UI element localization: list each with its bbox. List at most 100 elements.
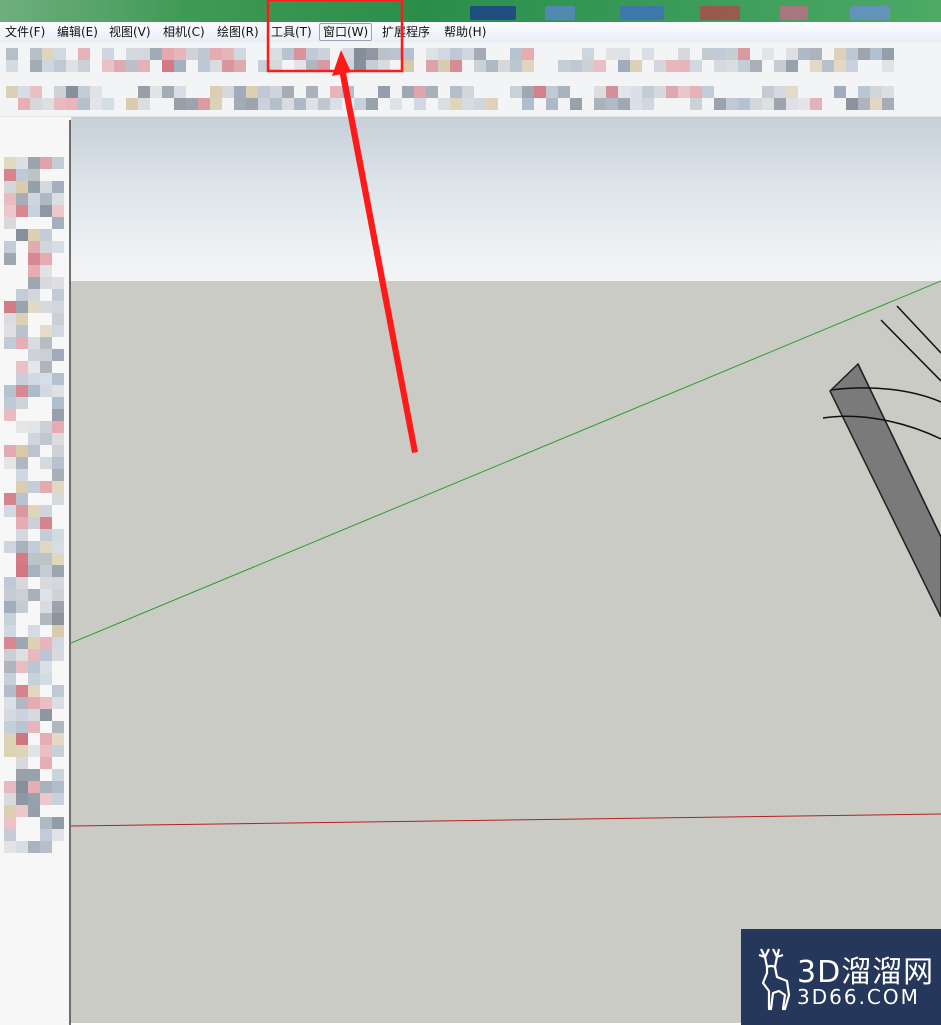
blurred-tool-icon[interactable] <box>390 98 402 110</box>
blurred-tool-icon[interactable] <box>52 817 64 829</box>
blurred-tool-icon[interactable] <box>28 805 40 817</box>
blurred-tool-icon[interactable] <box>270 48 282 60</box>
blurred-tool-icon[interactable] <box>30 60 42 72</box>
blurred-tool-icon[interactable] <box>510 48 522 60</box>
blurred-tool-icon[interactable] <box>40 709 52 721</box>
blurred-tool-icon[interactable] <box>52 553 64 565</box>
blurred-tool-icon[interactable] <box>342 60 354 72</box>
blurred-tool-icon[interactable] <box>16 589 28 601</box>
blurred-tool-icon[interactable] <box>450 86 462 98</box>
blurred-tool-icon[interactable] <box>40 613 52 625</box>
blurred-tool-icon[interactable] <box>450 48 462 60</box>
blurred-tool-icon[interactable] <box>52 349 64 361</box>
blurred-tool-icon[interactable] <box>4 505 16 517</box>
blurred-tool-icon[interactable] <box>138 60 150 72</box>
blurred-tool-icon[interactable] <box>102 48 114 60</box>
blurred-tool-icon[interactable] <box>174 48 186 60</box>
blurred-tool-icon[interactable] <box>714 48 726 60</box>
menu-help[interactable]: 帮助(H) <box>441 24 489 40</box>
blurred-tool-icon[interactable] <box>858 98 870 110</box>
blurred-tool-icon[interactable] <box>28 793 40 805</box>
blurred-tool-icon[interactable] <box>40 205 52 217</box>
blurred-tool-icon[interactable] <box>52 373 64 385</box>
blurred-tool-icon[interactable] <box>4 625 16 637</box>
blurred-tool-icon[interactable] <box>54 48 66 60</box>
blurred-tool-icon[interactable] <box>52 649 64 661</box>
blurred-tool-icon[interactable] <box>4 193 16 205</box>
blurred-tool-icon[interactable] <box>270 86 282 98</box>
blurred-tool-icon[interactable] <box>426 48 438 60</box>
blurred-tool-icon[interactable] <box>810 48 822 60</box>
blurred-tool-icon[interactable] <box>40 637 52 649</box>
blurred-tool-icon[interactable] <box>16 721 28 733</box>
blurred-tool-icon[interactable] <box>90 86 102 98</box>
blurred-tool-icon[interactable] <box>40 745 52 757</box>
blurred-tool-icon[interactable] <box>66 98 78 110</box>
blurred-tool-icon[interactable] <box>150 86 162 98</box>
blurred-tool-icon[interactable] <box>4 649 16 661</box>
blurred-tool-icon[interactable] <box>42 48 54 60</box>
blurred-tool-icon[interactable] <box>16 361 28 373</box>
blurred-tool-icon[interactable] <box>234 86 246 98</box>
blurred-tool-icon[interactable] <box>630 86 642 98</box>
blurred-tool-icon[interactable] <box>52 241 64 253</box>
blurred-tool-icon[interactable] <box>16 649 28 661</box>
blurred-tool-icon[interactable] <box>750 98 762 110</box>
blurred-tool-icon[interactable] <box>28 697 40 709</box>
blurred-tool-icon[interactable] <box>52 433 64 445</box>
blurred-tool-icon[interactable] <box>222 86 234 98</box>
blurred-tool-icon[interactable] <box>78 60 90 72</box>
blurred-tool-icon[interactable] <box>4 841 16 853</box>
menu-view[interactable]: 视图(V) <box>106 24 154 40</box>
blurred-tool-icon[interactable] <box>402 86 414 98</box>
blurred-tool-icon[interactable] <box>306 98 318 110</box>
blurred-tool-icon[interactable] <box>474 48 486 60</box>
blurred-tool-icon[interactable] <box>210 86 222 98</box>
blurred-tool-icon[interactable] <box>16 229 28 241</box>
blurred-tool-icon[interactable] <box>870 48 882 60</box>
blurred-tool-icon[interactable] <box>28 565 40 577</box>
blurred-tool-icon[interactable] <box>52 601 64 613</box>
blurred-tool-icon[interactable] <box>210 98 222 110</box>
blurred-tool-icon[interactable] <box>450 98 462 110</box>
blurred-tool-icon[interactable] <box>6 86 18 98</box>
blurred-tool-icon[interactable] <box>40 373 52 385</box>
blurred-tool-icon[interactable] <box>40 349 52 361</box>
blurred-tool-icon[interactable] <box>282 86 294 98</box>
blurred-tool-icon[interactable] <box>52 445 64 457</box>
blurred-tool-icon[interactable] <box>378 86 390 98</box>
blurred-tool-icon[interactable] <box>174 98 186 110</box>
blurred-tool-icon[interactable] <box>270 60 282 72</box>
blurred-tool-icon[interactable] <box>450 60 462 72</box>
blurred-tool-icon[interactable] <box>738 48 750 60</box>
blurred-tool-icon[interactable] <box>618 98 630 110</box>
blurred-tool-icon[interactable] <box>318 60 330 72</box>
blurred-tool-icon[interactable] <box>28 265 40 277</box>
blurred-tool-icon[interactable] <box>16 289 28 301</box>
blurred-tool-icon[interactable] <box>40 157 52 169</box>
blurred-tool-icon[interactable] <box>774 60 786 72</box>
blurred-tool-icon[interactable] <box>258 86 270 98</box>
blurred-tool-icon[interactable] <box>66 60 78 72</box>
blurred-tool-icon[interactable] <box>52 781 64 793</box>
blurred-tool-icon[interactable] <box>126 48 138 60</box>
blurred-tool-icon[interactable] <box>4 337 16 349</box>
blurred-tool-icon[interactable] <box>16 505 28 517</box>
blurred-tool-icon[interactable] <box>426 86 438 98</box>
blurred-tool-icon[interactable] <box>858 86 870 98</box>
blurred-tool-icon[interactable] <box>594 60 606 72</box>
blurred-tool-icon[interactable] <box>174 60 186 72</box>
blurred-tool-icon[interactable] <box>40 649 52 661</box>
blurred-tool-icon[interactable] <box>690 98 702 110</box>
blurred-tool-icon[interactable] <box>294 48 306 60</box>
blurred-tool-icon[interactable] <box>78 86 90 98</box>
blurred-tool-icon[interactable] <box>774 98 786 110</box>
blurred-tool-icon[interactable] <box>618 60 630 72</box>
blurred-tool-icon[interactable] <box>4 541 16 553</box>
modeling-viewport[interactable] <box>71 117 941 1023</box>
menu-window[interactable]: 窗口(W) <box>319 23 373 41</box>
blurred-tool-icon[interactable] <box>690 86 702 98</box>
blurred-tool-icon[interactable] <box>28 169 40 181</box>
blurred-tool-icon[interactable] <box>30 86 42 98</box>
blurred-tool-icon[interactable] <box>510 86 522 98</box>
